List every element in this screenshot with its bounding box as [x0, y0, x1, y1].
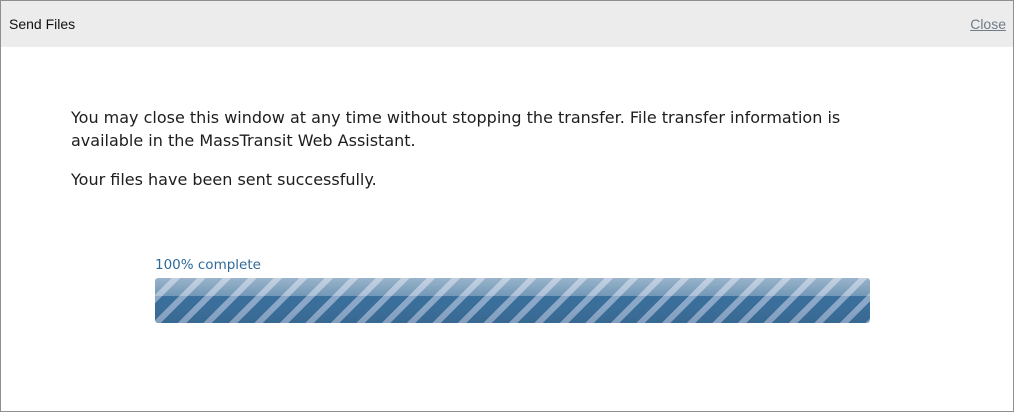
progress-fill — [155, 278, 870, 323]
progress-track — [155, 278, 870, 323]
send-files-dialog: Send Files Close You may close this wind… — [0, 0, 1014, 412]
transfer-progress: 100% complete — [155, 257, 870, 323]
progress-label: 100% complete — [155, 257, 261, 273]
dialog-titlebar: Send Files Close — [1, 1, 1013, 47]
transfer-status-message: Your files have been sent successfully. — [71, 170, 377, 189]
transfer-info-message: You may close this window at any time wi… — [71, 108, 841, 150]
dialog-content: You may close this window at any time wi… — [1, 106, 1013, 323]
close-link[interactable]: Close — [970, 16, 1006, 32]
dialog-title: Send Files — [9, 16, 76, 32]
